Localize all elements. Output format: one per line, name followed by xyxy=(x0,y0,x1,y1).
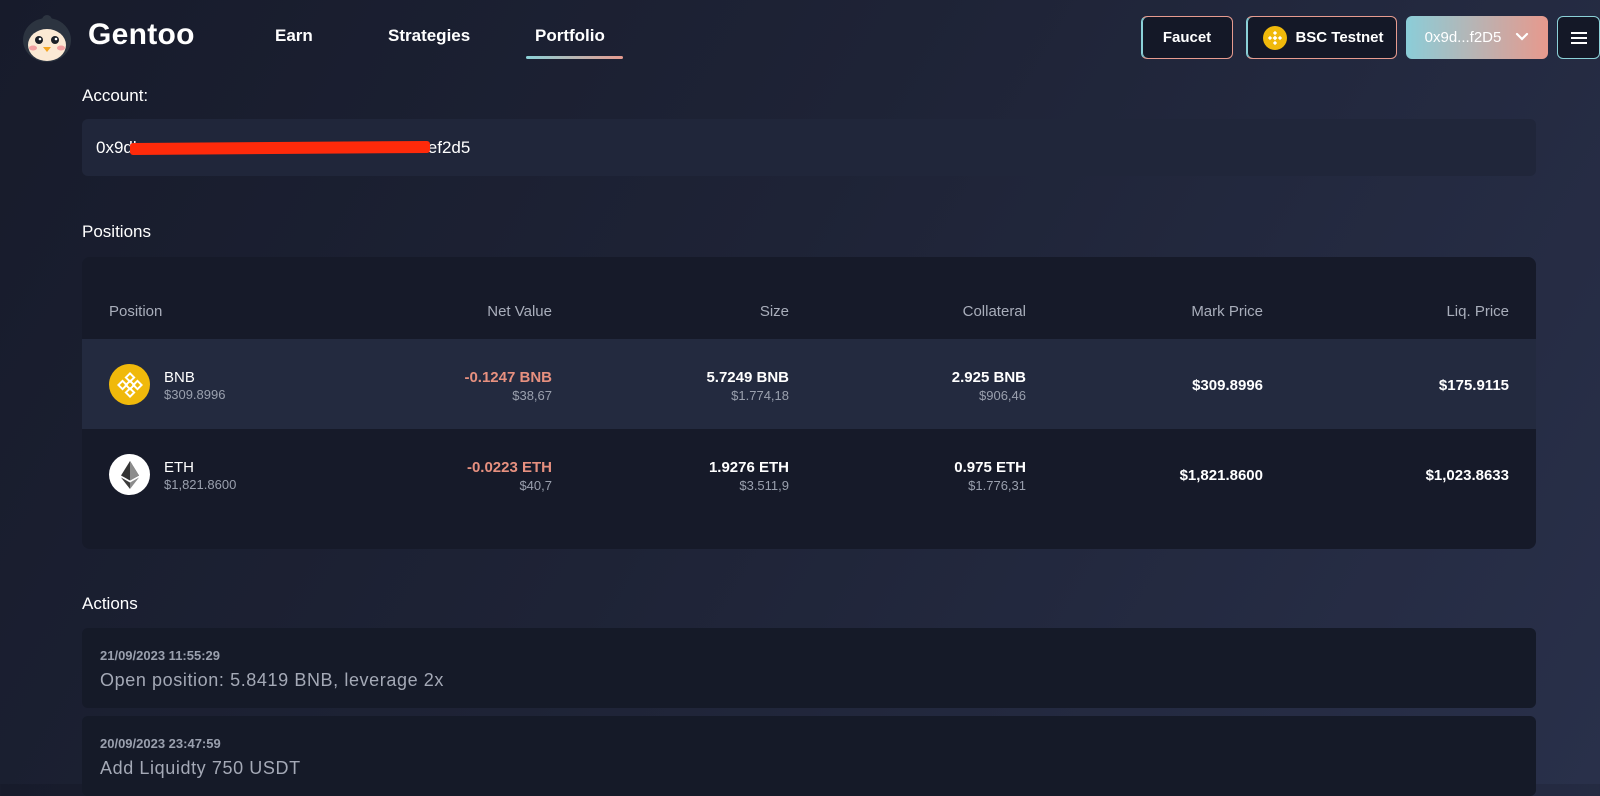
mark-price-cell: $309.8996 xyxy=(1192,377,1263,394)
top-bar: Gentoo Earn Strategies Portfolio Faucet … xyxy=(0,0,1600,76)
table-row-bnb[interactable]: BNB $309.8996 -0.1247 BNB $38,67 5.7249 … xyxy=(82,339,1536,429)
mark-price-cell: $1,821.8600 xyxy=(1180,467,1263,484)
network-label: BSC Testnet xyxy=(1295,29,1384,46)
table-row-eth[interactable]: ETH $1,821.8600 -0.0223 ETH $40,7 1.9276… xyxy=(82,429,1536,519)
collateral-value: 0.975 ETH xyxy=(954,459,1026,476)
nav-portfolio[interactable]: Portfolio xyxy=(535,26,605,46)
column-header-mark-price: Mark Price xyxy=(1191,303,1263,320)
action-item[interactable]: 20/09/2023 23:47:59 Add Liquidty 750 USD… xyxy=(82,716,1536,796)
liq-price: $1,023.8633 xyxy=(1425,467,1509,484)
eth-coin-icon xyxy=(109,454,150,495)
size-cell: 1.9276 ETH $3.511,9 xyxy=(709,459,789,493)
actions-label: Actions xyxy=(82,594,138,613)
mark-price: $309.8996 xyxy=(1192,377,1263,394)
column-header-collateral: Collateral xyxy=(962,303,1026,320)
token-name: BNB xyxy=(164,369,195,386)
penguin-logo-icon[interactable] xyxy=(20,10,74,64)
wallet-button[interactable]: 0x9d...f2D5 xyxy=(1406,16,1548,59)
token-price: $1,821.8600 xyxy=(164,477,237,492)
column-header-liq-price: Liq. Price xyxy=(1446,303,1509,320)
action-timestamp: 20/09/2023 23:47:59 xyxy=(100,736,221,751)
brand-name: Gentoo xyxy=(88,18,195,51)
account-label: Account: xyxy=(82,86,149,105)
liq-price-cell: $1,023.8633 xyxy=(1426,467,1509,484)
faucet-button[interactable]: Faucet xyxy=(1141,16,1233,59)
token-price: $309.8996 xyxy=(164,387,226,402)
column-header-net-value: Net Value xyxy=(487,303,552,320)
hamburger-menu-icon xyxy=(1570,31,1587,44)
redaction-mark xyxy=(130,140,431,155)
size-cell: 5.7249 BNB $1.774,18 xyxy=(706,369,789,403)
action-timestamp: 21/09/2023 11:55:29 xyxy=(100,648,220,663)
column-header-position: Position xyxy=(109,303,163,320)
collateral-cell: 0.975 ETH $1.776,31 xyxy=(954,459,1026,493)
account-address-box[interactable]: 0x9db 2ef2d5 xyxy=(82,119,1536,176)
net-value-usd: $40,7 xyxy=(519,478,552,493)
nav-active-indicator xyxy=(526,56,623,59)
liq-price-cell: $175.9115 xyxy=(1439,377,1509,394)
positions-table: Position Net Value Size Collateral Mark … xyxy=(82,257,1536,549)
bnb-coin-icon xyxy=(109,364,150,405)
net-value-cell: -0.0223 ETH $40,7 xyxy=(467,459,552,493)
collateral-usd: $906,46 xyxy=(979,388,1026,403)
wallet-address: 0x9d...f2D5 xyxy=(1424,29,1502,46)
net-value-cell: -0.1247 BNB $38,67 xyxy=(464,369,552,403)
collateral-value: 2.925 BNB xyxy=(951,369,1026,386)
bnb-coin-icon xyxy=(1263,25,1288,50)
mark-price: $1,821.8600 xyxy=(1179,467,1263,484)
network-selector-button[interactable]: BSC Testnet xyxy=(1246,16,1397,59)
size-usd: $3.511,9 xyxy=(739,478,789,493)
size-value: 1.9276 ETH xyxy=(708,459,789,476)
size-usd: $1.774,18 xyxy=(731,388,789,403)
liq-price: $175.9115 xyxy=(1438,377,1509,394)
positions-label: Positions xyxy=(82,222,151,241)
net-value: -0.0223 ETH xyxy=(466,459,552,476)
token-name: ETH xyxy=(164,459,194,476)
column-header-size: Size xyxy=(759,303,789,320)
size-value: 5.7249 BNB xyxy=(706,369,789,386)
nav-strategies[interactable]: Strategies xyxy=(388,26,470,46)
nav-earn[interactable]: Earn xyxy=(275,26,313,46)
collateral-cell: 2.925 BNB $906,46 xyxy=(952,369,1026,403)
collateral-usd: $1.776,31 xyxy=(968,478,1026,493)
net-value-usd: $38,67 xyxy=(512,388,552,403)
net-value: -0.1247 BNB xyxy=(464,369,552,386)
action-description: Open position: 5.8419 BNB, leverage 2x xyxy=(100,670,445,690)
hamburger-menu-button[interactable] xyxy=(1557,16,1600,59)
chevron-down-icon xyxy=(1515,29,1529,46)
action-item[interactable]: 21/09/2023 11:55:29 Open position: 5.841… xyxy=(82,628,1536,708)
action-description: Add Liquidty 750 USDT xyxy=(100,758,301,778)
